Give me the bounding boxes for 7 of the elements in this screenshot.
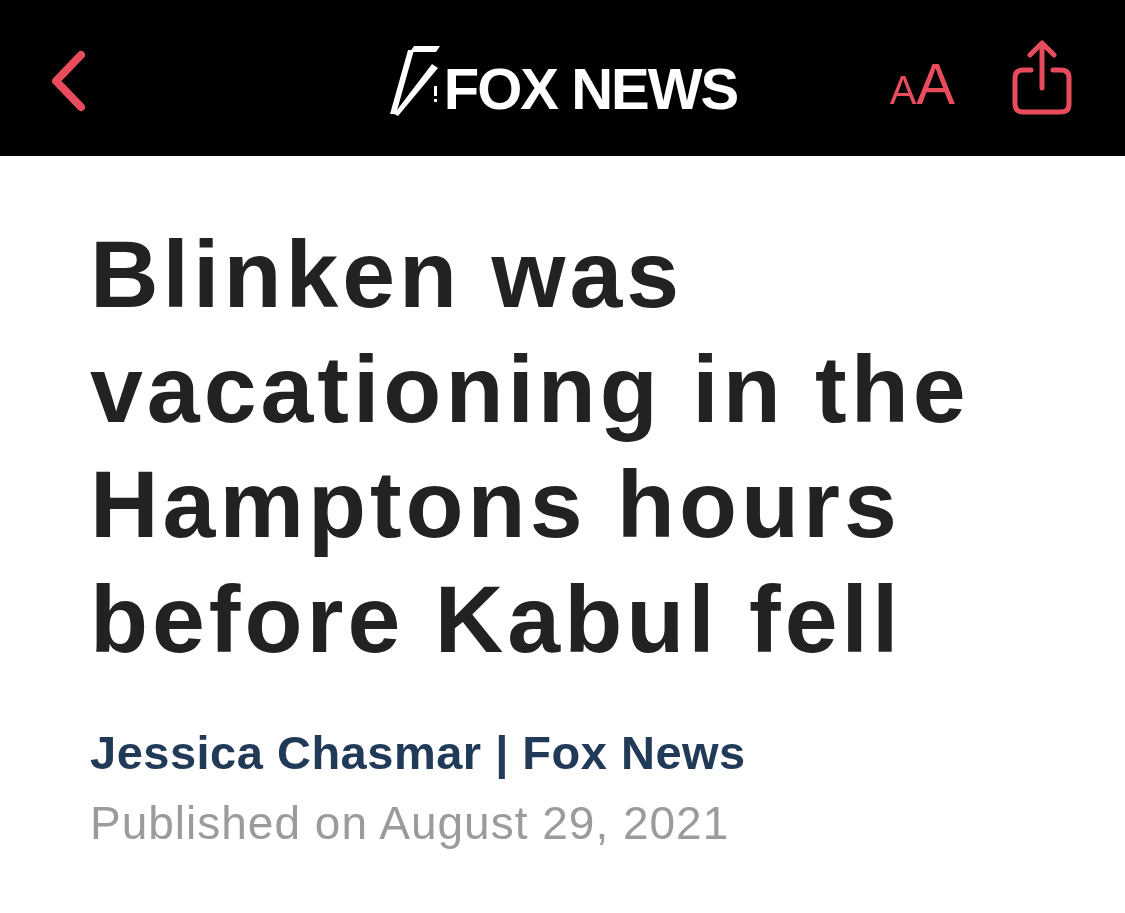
- share-button[interactable]: [1011, 40, 1073, 116]
- logo-text: FOX NEWS: [443, 60, 738, 118]
- article-headline: Blinken was vacationing in the Hamptons hours before Kabul fell: [90, 220, 971, 674]
- share-icon: [1011, 40, 1073, 116]
- text-size-button[interactable]: AA: [889, 43, 955, 113]
- publish-date: Published on August 29, 2021: [90, 796, 731, 851]
- article-byline: Jessica Chasmar | Fox News: [90, 725, 747, 781]
